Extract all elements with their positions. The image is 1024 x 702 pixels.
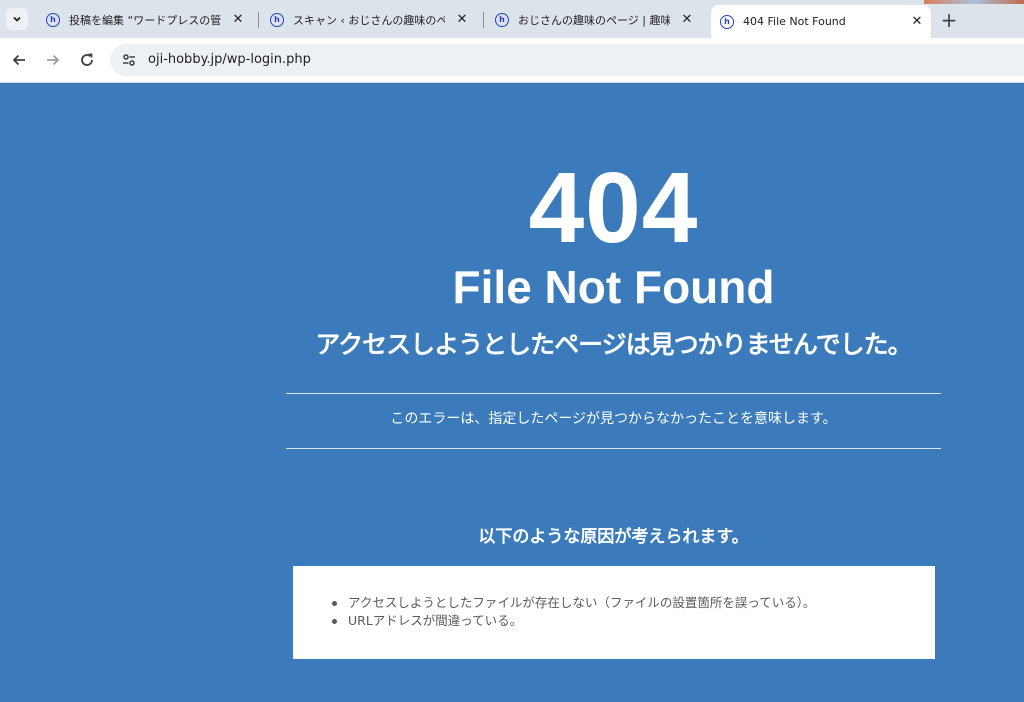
reason-item: アクセスしようとしたファイルが存在しない（ファイルの設置箇所を誤っている）。: [332, 594, 816, 612]
close-tab-icon[interactable]: ✕: [679, 11, 695, 27]
window-accent: [924, 0, 1024, 4]
tab-title: 投稿を編集 “ワードプレスの管理画面: [69, 13, 221, 27]
close-tab-icon[interactable]: ✕: [909, 13, 925, 29]
reasons-box: アクセスしようとしたファイルが存在しない（ファイルの設置箇所を誤っている）。 U…: [293, 566, 935, 659]
chevron-down-icon: [13, 16, 21, 22]
error-code: 404: [528, 152, 699, 264]
site-favicon-icon: h: [495, 12, 509, 27]
arrow-left-icon: [12, 54, 25, 66]
forward-button[interactable]: [42, 49, 64, 71]
reason-text: URLアドレスが間違っている。: [348, 613, 523, 628]
address-bar[interactable]: oji-hobby.jp/wp-login.php: [110, 44, 1024, 76]
bullet-icon: [332, 619, 337, 624]
reload-icon: [81, 53, 93, 66]
divider-bottom: [286, 448, 941, 449]
tab-separator: [258, 12, 259, 28]
tab-search-button[interactable]: [6, 8, 28, 30]
reasons-heading: 以下のような原因が考えられます。: [478, 527, 749, 547]
close-tab-icon[interactable]: ✕: [454, 11, 470, 27]
tab-title: おじさんの趣味のページ | 趣味でやっ: [518, 13, 670, 27]
divider-top: [286, 393, 941, 394]
error-page: 404 File Not Found アクセスしようとしたページは見つかりません…: [0, 83, 1024, 702]
error-heading: File Not Found: [452, 261, 775, 313]
error-message: アクセスしようとしたページは見つかりませんでした。: [315, 330, 912, 359]
tab-edit-post[interactable]: h 投稿を編集 “ワードプレスの管理画面 ✕: [38, 5, 252, 34]
reasons-list: アクセスしようとしたファイルが存在しない（ファイルの設置箇所を誤っている）。 U…: [332, 594, 816, 630]
tab-title: スキャン ‹ おじさんの趣味のページ —: [293, 13, 445, 27]
tab-scan[interactable]: h スキャン ‹ おじさんの趣味のページ — ✕: [262, 5, 476, 34]
back-button[interactable]: [8, 49, 30, 71]
site-settings-icon: [123, 54, 135, 66]
tab-strip: h 投稿を編集 “ワードプレスの管理画面 ✕ h スキャン ‹ おじさんの趣味の…: [0, 0, 1024, 38]
reason-item: URLアドレスが間違っている。: [332, 612, 816, 630]
close-tab-icon[interactable]: ✕: [230, 11, 246, 27]
bullet-icon: [332, 601, 337, 606]
url-text[interactable]: oji-hobby.jp/wp-login.php: [148, 52, 311, 67]
tab-title: 404 File Not Found: [743, 15, 846, 28]
browser-toolbar: oji-hobby.jp/wp-login.php: [0, 38, 1024, 83]
site-favicon-icon: h: [270, 12, 284, 27]
tab-404-active[interactable]: h 404 File Not Found ✕: [711, 5, 931, 38]
site-info-button[interactable]: [118, 49, 140, 71]
site-favicon-icon: h: [720, 14, 734, 29]
site-favicon-icon: h: [46, 12, 60, 27]
tab-hobby-page[interactable]: h おじさんの趣味のページ | 趣味でやっ ✕: [487, 5, 701, 34]
error-description: このエラーは、指定したページが見つからなかったことを意味します。: [390, 411, 837, 427]
tab-separator: [483, 12, 484, 28]
new-tab-button[interactable]: +: [938, 8, 960, 32]
reason-text: アクセスしようとしたファイルが存在しない（ファイルの設置箇所を誤っている）。: [348, 595, 816, 610]
arrow-right-icon: [47, 54, 60, 66]
reload-button[interactable]: [76, 49, 98, 71]
